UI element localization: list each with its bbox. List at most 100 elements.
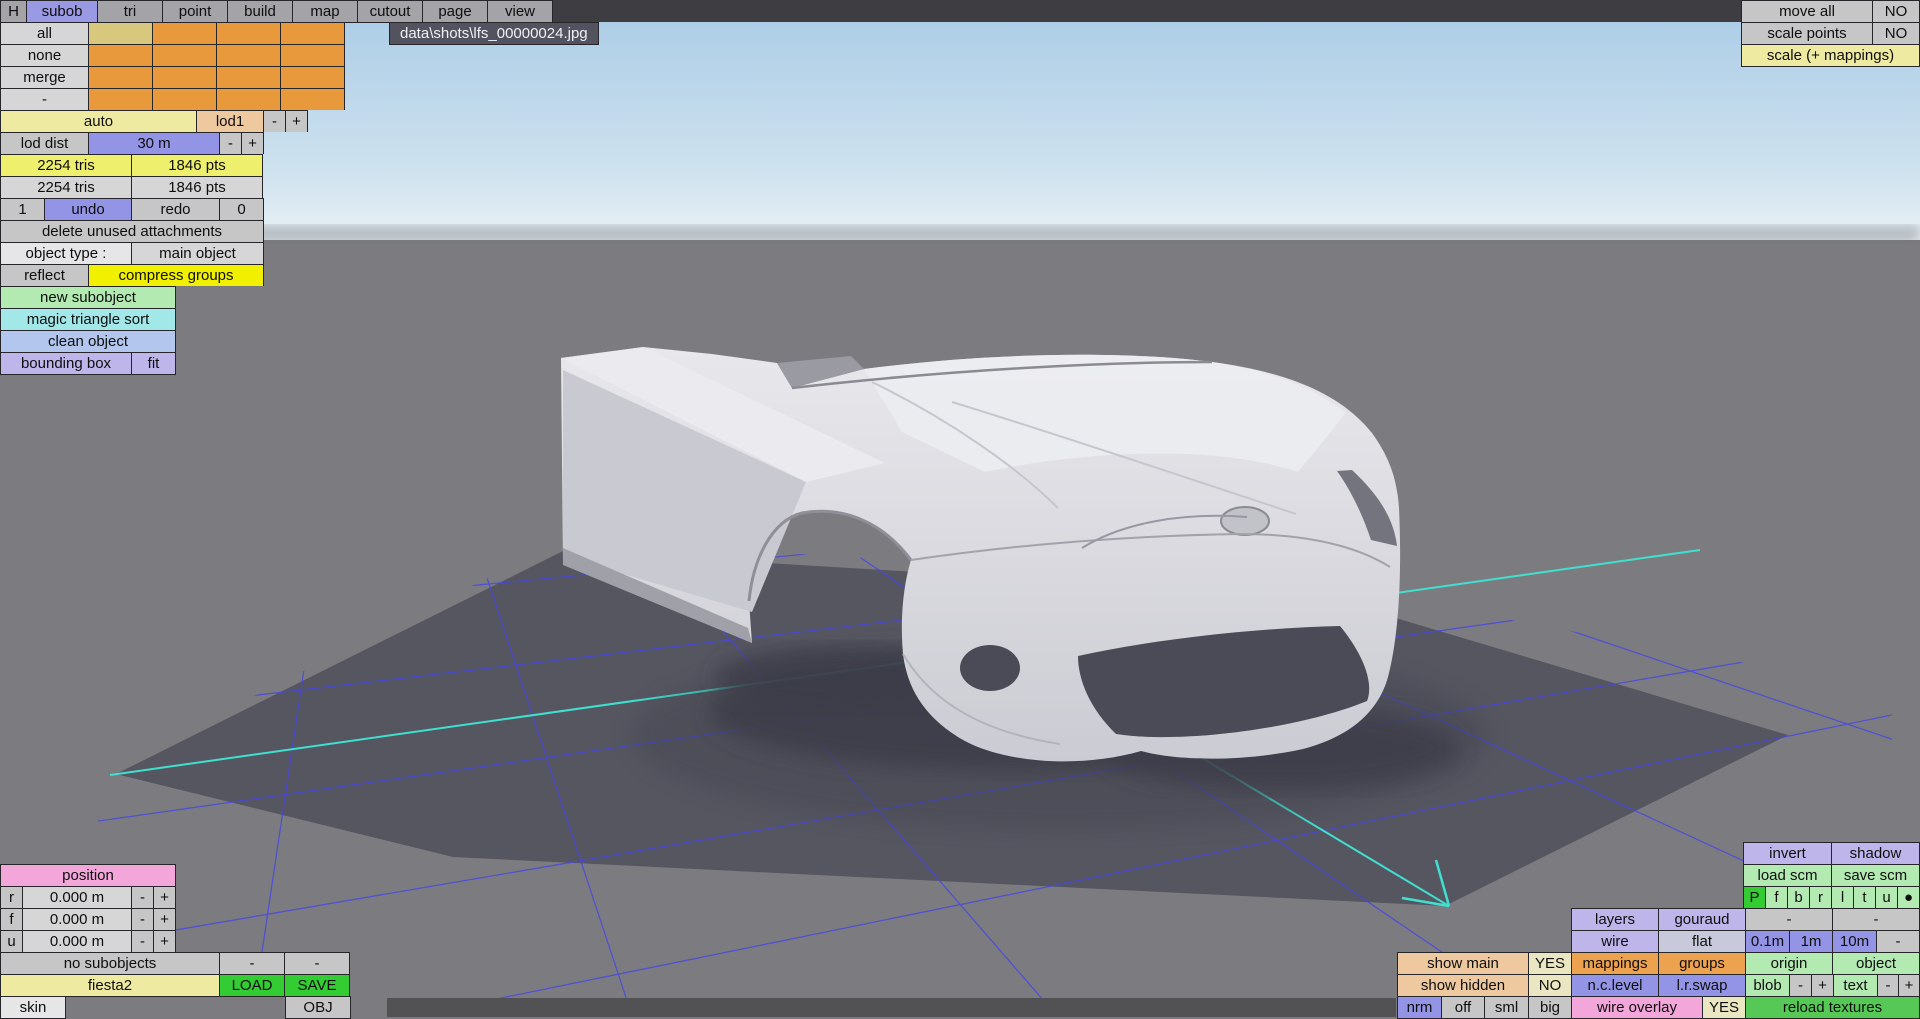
scale-points-value[interactable]: NO [1873,23,1920,44]
sel-cell[interactable] [217,67,281,88]
text-minus-button[interactable]: - [1878,975,1899,996]
blob-button[interactable]: blob [1746,975,1790,996]
subobject-dash-button[interactable]: - [220,953,285,974]
select-merge-button[interactable]: merge [1,67,89,88]
f-plus-button[interactable]: + [154,909,176,930]
lod-dist-value[interactable]: 30 m [89,133,220,154]
load-scm-button[interactable]: load scm [1744,865,1832,886]
layers-dash-button[interactable]: - [1746,909,1833,930]
object-type-value[interactable]: main object [132,243,264,264]
object-button[interactable]: object [1833,953,1920,974]
reflect-button[interactable]: reflect [1,265,89,286]
view-top-button[interactable]: t [1854,887,1876,908]
tab-subob[interactable]: subob [27,1,98,22]
layers-dash-button[interactable]: - [1833,909,1920,930]
nrm-off-button[interactable]: off [1442,997,1485,1018]
blob-plus-button[interactable]: + [1812,975,1834,996]
sel-cell[interactable] [217,45,281,66]
obj-export-button[interactable]: OBJ [286,997,351,1018]
sel-cell[interactable] [217,89,281,110]
reload-textures-button[interactable]: reload textures [1746,997,1920,1018]
move-all-button[interactable]: move all [1742,1,1873,22]
sel-cell[interactable] [89,89,153,110]
origin-button[interactable]: origin [1746,953,1833,974]
gouraud-button[interactable]: gouraud [1659,909,1746,930]
sel-cell[interactable] [281,23,345,44]
tab-h[interactable]: H [1,1,27,22]
clean-object-button[interactable]: clean object [1,331,176,352]
lrswap-button[interactable]: l.r.swap [1659,975,1746,996]
object-name-field[interactable]: fiesta2 [1,975,220,996]
mappings-button[interactable]: mappings [1572,953,1659,974]
save-button[interactable]: SAVE [285,975,350,996]
auto-button[interactable]: auto [1,111,197,132]
tab-page[interactable]: page [423,1,488,22]
redo-button[interactable]: redo [132,199,220,220]
r-plus-button[interactable]: + [154,887,176,908]
sel-cell[interactable] [89,67,153,88]
move-all-value[interactable]: NO [1873,1,1920,22]
tab-build[interactable]: build [228,1,293,22]
delete-unused-attachments-button[interactable]: delete unused attachments [1,221,264,242]
tab-tri[interactable]: tri [98,1,163,22]
nrm-sml-button[interactable]: sml [1485,997,1529,1018]
view-dot-button[interactable]: ● [1898,887,1920,908]
f-minus-button[interactable]: - [132,909,154,930]
tab-cutout[interactable]: cutout [358,1,423,22]
tab-point[interactable]: point [163,1,228,22]
groups-button[interactable]: groups [1659,953,1746,974]
position-f-value[interactable]: 0.000 m [23,909,132,930]
save-scm-button[interactable]: save scm [1832,865,1920,886]
text-plus-button[interactable]: + [1899,975,1920,996]
r-minus-button[interactable]: - [132,887,154,908]
wire-overlay-button[interactable]: wire overlay [1572,997,1703,1018]
sel-cell[interactable] [281,45,345,66]
lod1-button[interactable]: lod1 [197,111,264,132]
view-back-button[interactable]: b [1788,887,1810,908]
sel-cell[interactable] [217,23,281,44]
compress-groups-button[interactable]: compress groups [89,265,264,286]
tab-view[interactable]: view [488,1,553,22]
nrm-button[interactable]: nrm [1398,997,1442,1018]
skin-button[interactable]: skin [1,997,66,1018]
show-hidden-button[interactable]: show hidden [1398,975,1529,996]
view-left-button[interactable]: l [1832,887,1854,908]
view-under-button[interactable]: u [1876,887,1898,908]
invert-button[interactable]: invert [1744,843,1832,864]
view-front-button[interactable]: f [1766,887,1788,908]
lod-minus-button[interactable]: - [264,111,286,132]
nclevel-button[interactable]: n.c.level [1572,975,1659,996]
layers-button[interactable]: layers [1572,909,1659,930]
tab-map[interactable]: map [293,1,358,22]
sel-cell[interactable] [89,23,153,44]
new-subobject-button[interactable]: new subobject [1,287,176,308]
view-perspective-button[interactable]: P [1744,887,1766,908]
bounding-box-button[interactable]: bounding box [1,353,132,374]
u-plus-button[interactable]: + [154,931,176,952]
scale-mappings-button[interactable]: scale (+ mappings) [1742,45,1920,66]
grid-10m-button[interactable]: 10m [1833,931,1877,952]
lod-plus-button[interactable]: + [286,111,308,132]
grid-1m-button[interactable]: 1m [1790,931,1833,952]
lod-dist-minus-button[interactable]: - [220,133,242,154]
sel-cell[interactable] [281,67,345,88]
view-right-button[interactable]: r [1810,887,1832,908]
grid-01m-button[interactable]: 0.1m [1746,931,1790,952]
select-dash-button[interactable]: - [1,89,89,110]
fit-button[interactable]: fit [132,353,176,374]
sel-cell[interactable] [281,89,345,110]
flat-button[interactable]: flat [1659,931,1746,952]
scale-points-button[interactable]: scale points [1742,23,1873,44]
wire-overlay-value[interactable]: YES [1703,997,1746,1018]
magic-triangle-sort-button[interactable]: magic triangle sort [1,309,176,330]
sel-cell[interactable] [153,89,217,110]
shadow-button[interactable]: shadow [1832,843,1920,864]
position-r-value[interactable]: 0.000 m [23,887,132,908]
select-all-button[interactable]: all [1,23,89,44]
grid-dash-button[interactable]: - [1877,931,1920,952]
show-hidden-value[interactable]: NO [1529,975,1572,996]
nrm-big-button[interactable]: big [1529,997,1572,1018]
undo-button[interactable]: undo [45,199,132,220]
sel-cell[interactable] [89,45,153,66]
load-button[interactable]: LOAD [220,975,285,996]
